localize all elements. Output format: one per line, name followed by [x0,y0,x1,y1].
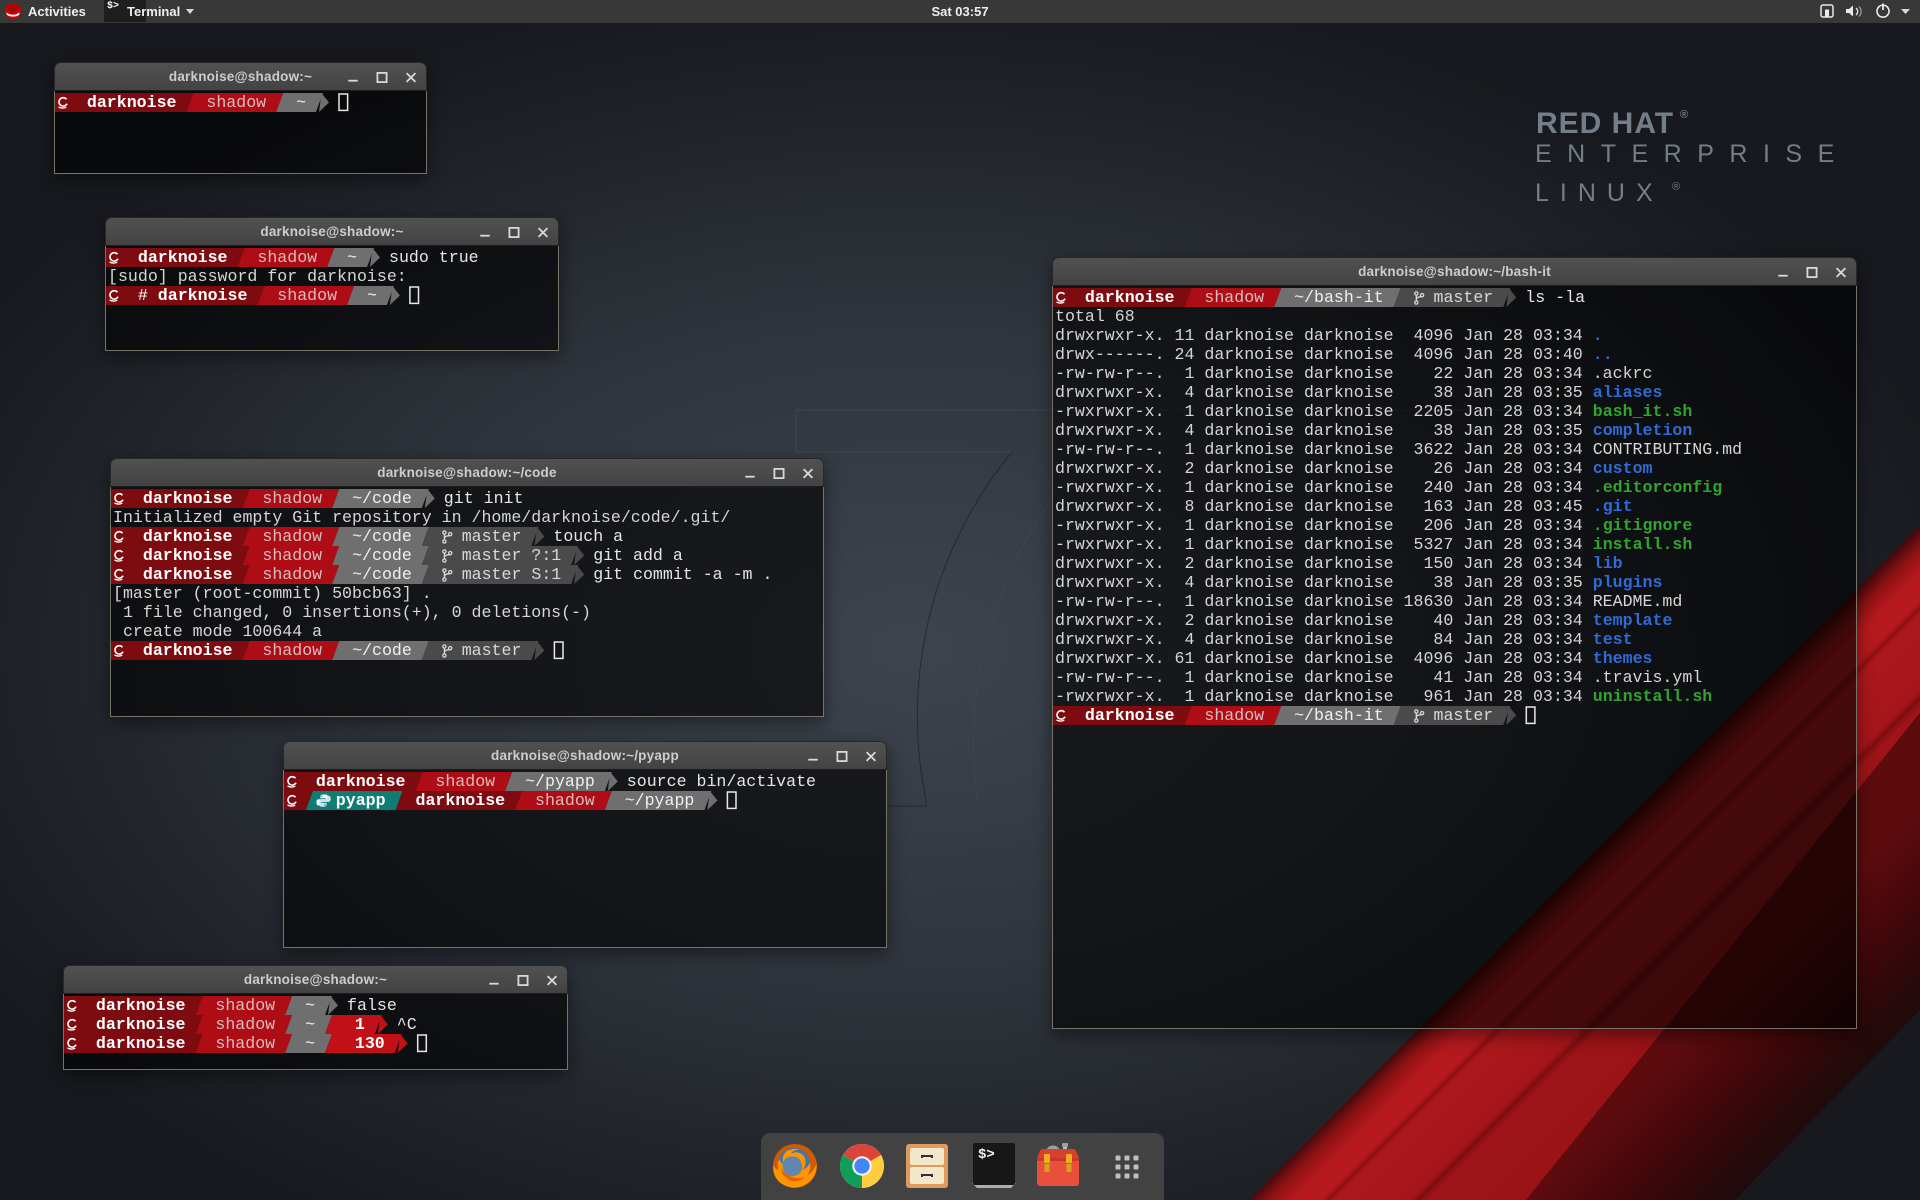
svg-text:darknoise: darknoise [143,527,233,546]
svg-text:RED HAT: RED HAT [1536,107,1674,140]
svg-text:-rwxrwxr-x. 1 darknoise darkn: -rwxrwxr-x. 1 darknoise darknoise 206 Ja… [1055,516,1692,535]
svg-text:[sudo] password for darknoise:: [sudo] password for darknoise: [108,267,407,286]
svg-text:shadow: shadow [535,791,595,810]
svg-text:shadow: shadow [262,527,322,546]
svg-text:touch a: touch a [553,527,623,546]
svg-text:shadow: shadow [262,489,322,508]
svg-text:darknoise: darknoise [143,565,233,584]
svg-text:shadow: shadow [206,93,266,112]
svg-text:shadow: shadow [435,772,495,791]
svg-text:shadow: shadow [1204,288,1264,307]
svg-text:darknoise: darknoise [138,248,228,267]
svg-text:drwxrwxr-x. 4 darknoise darkn: drwxrwxr-x. 4 darknoise darknoise 38 Jan… [1055,383,1662,402]
svg-text:~: ~ [305,1015,315,1034]
svg-text:drwxrwxr-x. 11 darknoise darkn: drwxrwxr-x. 11 darknoise darknoise 4096 … [1055,326,1603,345]
svg-text:master: master [462,641,522,660]
svg-text:1 file changed, 0 insertions(+: 1 file changed, 0 insertions(+), 0 delet… [113,603,591,622]
svg-text:shadow: shadow [215,1015,275,1034]
svg-text:~/code: ~/code [352,641,412,660]
svg-text:-rw-rw-r--. 1 darknoise darkn: -rw-rw-r--. 1 darknoise darknoise 3622 J… [1055,440,1742,459]
svg-text:~/pyapp: ~/pyapp [525,772,595,791]
svg-text:master ?:1: master ?:1 [462,546,562,565]
svg-text:drwxrwxr-x. 4 darknoise darkn: drwxrwxr-x. 4 darknoise darknoise 84 Jan… [1055,630,1633,649]
svg-text:darknoise: darknoise [143,546,233,565]
svg-text:drwxrwxr-x. 4 darknoise darkn: drwxrwxr-x. 4 darknoise darknoise 38 Jan… [1055,573,1662,592]
svg-text:darknoise: darknoise [143,489,233,508]
svg-text:~/bash-it: ~/bash-it [1294,288,1384,307]
svg-text:shadow: shadow [262,641,322,660]
svg-text:shadow: shadow [257,248,317,267]
svg-text:~: ~ [296,93,306,112]
svg-text:1: 1 [355,1015,365,1034]
svg-text:darknoise: darknoise [1085,288,1175,307]
svg-text:darknoise: darknoise [143,641,233,660]
svg-text:$>: $> [107,0,119,12]
svg-text:#: # [138,286,148,305]
svg-text:master: master [1434,706,1494,725]
svg-text:git add a: git add a [593,546,683,565]
svg-text:git commit -a -m .: git commit -a -m . [593,565,772,584]
svg-text:pyapp: pyapp [336,791,386,810]
svg-text:master: master [462,527,522,546]
svg-text:Initialized empty Git reposito: Initialized empty Git repository in /hom… [113,508,730,527]
svg-text:shadow: shadow [1204,706,1264,725]
svg-text:shadow: shadow [215,1034,275,1053]
svg-text:-rw-rw-r--. 1 darknoise darkn: -rw-rw-r--. 1 darknoise darknoise 18630 … [1055,592,1682,611]
svg-text:drwxrwxr-x. 8 darknoise darkn: drwxrwxr-x. 8 darknoise darknoise 163 Ja… [1055,497,1633,516]
svg-text:drwx------. 24 darknoise darkn: drwx------. 24 darknoise darknoise 4096 … [1055,345,1613,364]
svg-text:shadow: shadow [277,286,337,305]
svg-text:®: ® [1680,109,1688,121]
svg-text:-rwxrwxr-x. 1 darknoise darkn: -rwxrwxr-x. 1 darknoise darknoise 5327 J… [1055,535,1692,554]
svg-text:~: ~ [305,1034,315,1053]
svg-text:-rwxrwxr-x. 1 darknoise darkn: -rwxrwxr-x. 1 darknoise darknoise 961 Ja… [1055,687,1712,706]
svg-text:~: ~ [367,286,377,305]
svg-text:drwxrwxr-x. 4 darknoise darkn: drwxrwxr-x. 4 darknoise darknoise 38 Jan… [1055,421,1692,440]
svg-text:~/bash-it: ~/bash-it [1294,706,1384,725]
svg-text:~: ~ [305,996,315,1015]
svg-text:master S:1: master S:1 [462,565,562,584]
svg-text:total 68: total 68 [1055,307,1135,326]
svg-text:shadow: shadow [215,996,275,1015]
svg-text:master: master [1434,288,1494,307]
svg-text:~/code: ~/code [352,489,412,508]
svg-text:darknoise: darknoise [96,1034,186,1053]
svg-text:~/code: ~/code [352,565,412,584]
svg-text:sudo true: sudo true [389,248,479,267]
svg-text:shadow: shadow [262,565,322,584]
svg-text:darknoise: darknoise [87,93,177,112]
svg-text:false: false [347,996,397,1015]
svg-text:source bin/activate: source bin/activate [627,772,816,791]
svg-text:-rw-rw-r--. 1 darknoise darkn: -rw-rw-r--. 1 darknoise darknoise 22 Jan… [1055,364,1652,383]
svg-text:130: 130 [355,1034,385,1053]
svg-text:ENTERPRISE: ENTERPRISE [1535,140,1850,168]
svg-text:-rw-rw-r--. 1 darknoise darkn: -rw-rw-r--. 1 darknoise darknoise 41 Jan… [1055,668,1702,687]
svg-text:~/code: ~/code [352,546,412,565]
svg-text:ls -la: ls -la [1525,288,1585,307]
svg-text:-rwxrwxr-x. 1 darknoise darkn: -rwxrwxr-x. 1 darknoise darknoise 240 Ja… [1055,478,1722,497]
svg-text:^C: ^C [397,1015,417,1034]
svg-text:Activities: Activities [28,4,86,19]
svg-text:drwxrwxr-x. 2 darknoise darkn: drwxrwxr-x. 2 darknoise darknoise 150 Ja… [1055,554,1623,573]
svg-text:drwxrwxr-x. 61 darknoise darkn: drwxrwxr-x. 61 darknoise darknoise 4096 … [1055,649,1652,668]
svg-text:~/pyapp: ~/pyapp [625,791,695,810]
svg-text:drwxrwxr-x. 2 darknoise darkn: drwxrwxr-x. 2 darknoise darknoise 40 Jan… [1055,611,1672,630]
svg-text:git init: git init [444,489,524,508]
svg-text:create mode 100644 a: create mode 100644 a [113,622,322,641]
svg-text:~/code: ~/code [352,527,412,546]
svg-text:darknoise: darknoise [416,791,506,810]
svg-text:darknoise: darknoise [1085,706,1175,725]
svg-text:[master (root-commit) 50bcb63]: [master (root-commit) 50bcb63] . [113,584,432,603]
svg-text:LINUX: LINUX [1535,179,1664,207]
svg-text:darknoise: darknoise [96,996,186,1015]
svg-text:darknoise: darknoise [96,1015,186,1034]
svg-text:Sat 03:57: Sat 03:57 [931,4,988,19]
svg-text:darknoise: darknoise [316,772,406,791]
svg-text:shadow: shadow [262,546,322,565]
svg-text:darknoise: darknoise [158,286,248,305]
svg-text:drwxrwxr-x. 2 darknoise darkn: drwxrwxr-x. 2 darknoise darknoise 26 Jan… [1055,459,1653,478]
svg-text:Terminal: Terminal [127,4,180,19]
svg-text:-rwxrwxr-x. 1 darknoise darkn: -rwxrwxr-x. 1 darknoise darknoise 2205 J… [1055,402,1692,421]
svg-text:~: ~ [347,248,357,267]
svg-text:®: ® [1672,181,1680,193]
